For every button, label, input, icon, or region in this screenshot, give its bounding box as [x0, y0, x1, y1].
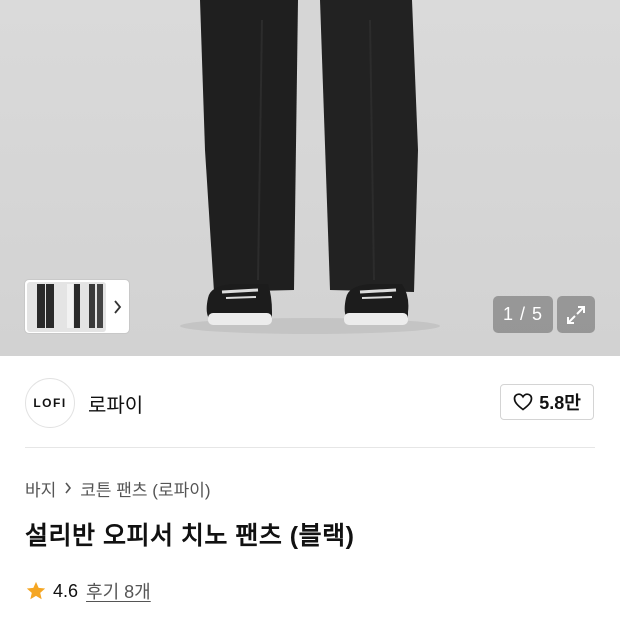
- star-icon: [26, 581, 46, 600]
- brand-row: LOFI 로파이 5.8만: [0, 356, 620, 448]
- breadcrumb-item-pants[interactable]: 바지: [25, 476, 56, 501]
- product-title: 설리반 오피서 치노 팬츠 (블랙): [25, 522, 355, 550]
- rating-value: 4.6: [53, 580, 79, 601]
- brand-name[interactable]: 로파이: [88, 389, 143, 418]
- like-button[interactable]: 5.8만: [500, 384, 594, 420]
- expand-icon[interactable]: [557, 296, 595, 333]
- like-count: 5.8만: [539, 393, 581, 413]
- brand-logo[interactable]: LOFI: [25, 378, 75, 428]
- review-count-link[interactable]: 후기 8개: [86, 578, 151, 604]
- heart-outline-icon: [513, 393, 533, 411]
- breadcrumb: 바지 코튼 팬츠 (로파이): [25, 476, 211, 501]
- divider: [25, 447, 595, 448]
- image-counter: 1 / 5: [493, 296, 553, 333]
- chevron-right-icon: [64, 479, 72, 499]
- thumbnail-photo: [27, 281, 106, 332]
- breadcrumb-item-cotton-pants[interactable]: 코튼 팬츠 (로파이): [80, 476, 210, 501]
- thumbnail-image[interactable]: [27, 281, 106, 332]
- chevron-right-icon[interactable]: [106, 299, 129, 314]
- thumbnail-strip[interactable]: [25, 280, 129, 333]
- product-image-gallery[interactable]: 1 / 5: [0, 0, 620, 356]
- rating-row: 4.6 후기 8개: [25, 578, 151, 604]
